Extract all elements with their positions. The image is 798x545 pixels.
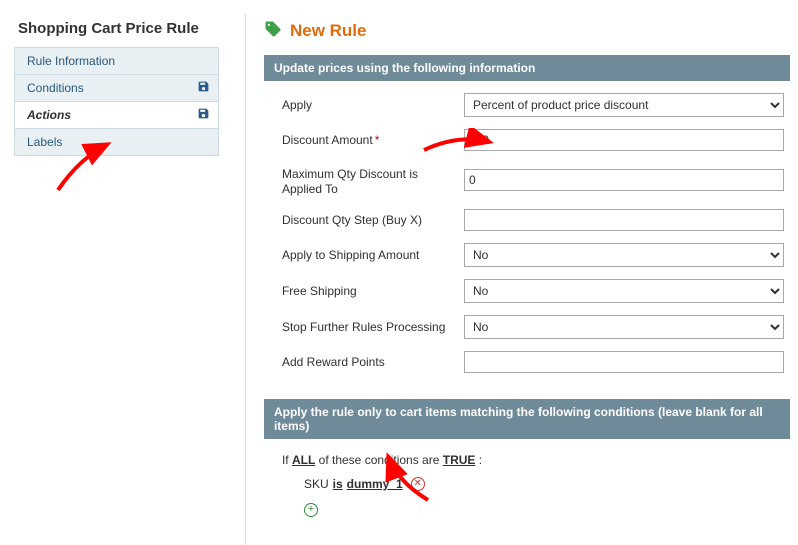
- add-condition-icon[interactable]: +: [304, 503, 318, 517]
- page-title: New Rule: [290, 21, 367, 41]
- vertical-divider: [245, 14, 246, 545]
- sidebar: Shopping Cart Price Rule Rule Informatio…: [14, 14, 219, 545]
- condition-rule-row: SKU is dummy_1 ✕: [264, 473, 786, 495]
- select-apply[interactable]: Percent of product price discount: [464, 93, 784, 117]
- tab-actions[interactable]: Actions: [14, 102, 219, 129]
- main: New Rule Update prices using the followi…: [264, 14, 790, 545]
- panel-update-prices: Update prices using the following inform…: [264, 55, 790, 381]
- bool-link[interactable]: TRUE: [443, 453, 476, 467]
- label-max-qty: Maximum Qty Discount is Applied To: [264, 163, 464, 197]
- input-discount-amount[interactable]: [464, 129, 784, 151]
- label-apply: Apply: [264, 98, 464, 113]
- select-stop-rules[interactable]: No: [464, 315, 784, 339]
- aggregator-link[interactable]: ALL: [292, 453, 315, 467]
- tab-label: Rule Information: [27, 53, 115, 69]
- tab-label: Labels: [27, 134, 62, 150]
- tab-label: Conditions: [27, 80, 84, 96]
- tab-labels[interactable]: Labels: [14, 129, 219, 156]
- label-qty-step: Discount Qty Step (Buy X): [264, 213, 464, 228]
- save-icon: [196, 80, 210, 96]
- input-max-qty[interactable]: [464, 169, 784, 191]
- panel-conditions: Apply the rule only to cart items matchi…: [264, 399, 790, 527]
- tab-label: Actions: [27, 107, 71, 123]
- input-reward-points[interactable]: [464, 351, 784, 373]
- label-apply-shipping: Apply to Shipping Amount: [264, 248, 464, 263]
- select-apply-shipping[interactable]: No: [464, 243, 784, 267]
- tag-icon: [264, 20, 282, 41]
- label-stop-rules: Stop Further Rules Processing: [264, 320, 464, 335]
- condition-aggregate-sentence: If ALL of these conditions are TRUE :: [264, 445, 786, 473]
- save-icon: [196, 107, 210, 123]
- page-header: New Rule: [264, 16, 790, 55]
- rule-attribute[interactable]: SKU: [304, 477, 329, 491]
- rule-operator[interactable]: is: [333, 477, 343, 491]
- label-discount-amount: Discount Amount*: [264, 133, 464, 148]
- tab-conditions[interactable]: Conditions: [14, 75, 219, 102]
- panel-title: Apply the rule only to cart items matchi…: [264, 399, 790, 439]
- panel-title: Update prices using the following inform…: [264, 55, 790, 81]
- label-reward-points: Add Reward Points: [264, 355, 464, 370]
- select-free-shipping[interactable]: No: [464, 279, 784, 303]
- label-free-shipping: Free Shipping: [264, 284, 464, 299]
- tab-list: Rule Information Conditions Actions Labe…: [14, 47, 219, 156]
- rule-value[interactable]: dummy_1: [347, 477, 403, 491]
- tab-rule-information[interactable]: Rule Information: [14, 48, 219, 75]
- sidebar-title: Shopping Cart Price Rule: [14, 14, 219, 47]
- delete-condition-icon[interactable]: ✕: [411, 477, 425, 491]
- input-qty-step[interactable]: [464, 209, 784, 231]
